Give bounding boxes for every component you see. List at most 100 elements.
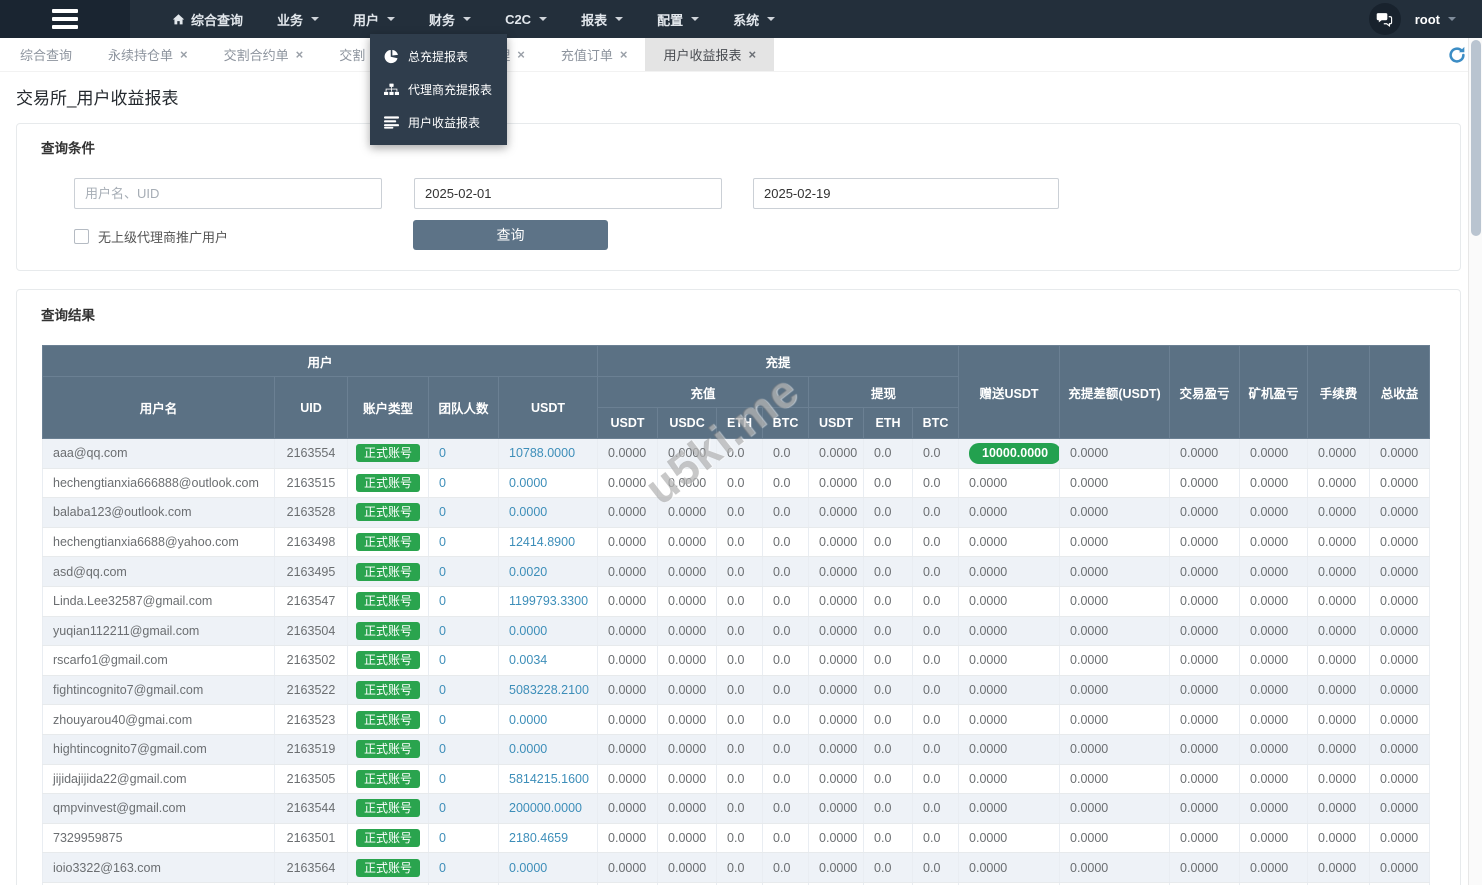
usdt-balance-link[interactable]: 200000.0000 [509,801,582,815]
date-to-input[interactable] [753,178,1059,209]
user-menu[interactable]: root [1415,12,1456,27]
usdt-balance-link[interactable]: 10788.0000 [509,446,575,460]
team-count-link[interactable]: 0 [439,861,446,875]
cell-recharge-usdc: 0.0000 [658,853,717,883]
cell-recharge-usdc: 0.0000 [658,794,717,824]
cell-miner-pnl: 0.0000 [1240,498,1308,528]
team-count-link[interactable]: 0 [439,742,446,756]
cell-recharge-usdt: 0.0000 [598,705,658,735]
team-count-link[interactable]: 0 [439,476,446,490]
account-type-badge: 正式账号 [356,651,420,669]
team-count-link[interactable]: 0 [439,683,446,697]
usdt-balance-link[interactable]: 5083228.2100 [509,683,589,697]
scrollbar-thumb[interactable] [1471,40,1481,236]
usdt-balance-link[interactable]: 0.0034 [509,653,547,667]
usdt-balance-link[interactable]: 1199793.3300 [509,594,588,608]
usdt-balance-link[interactable]: 0.0000 [509,861,547,875]
cell-withdraw-usdt: 0.0000 [809,823,864,853]
close-icon[interactable]: × [748,48,756,61]
keyword-input[interactable] [74,178,382,209]
nav-item-user[interactable]: 用户 [339,0,409,38]
cell-account-type: 正式账号 [348,734,429,764]
chevron-down-icon [311,17,319,21]
close-icon[interactable]: × [517,48,525,61]
team-count-link[interactable]: 0 [439,446,446,460]
no-agent-checkbox[interactable] [74,229,89,244]
close-icon[interactable]: × [620,48,628,61]
cell-account-type: 正式账号 [348,527,429,557]
usdt-balance-link[interactable]: 0.0000 [509,476,547,490]
team-count-link[interactable]: 0 [439,772,446,786]
team-count-link[interactable]: 0 [439,535,446,549]
team-count-link[interactable]: 0 [439,505,446,519]
cell-uid: 2163501 [275,823,348,853]
team-count-link[interactable]: 0 [439,565,446,579]
cell-username: balaba123@outlook.com [43,498,275,528]
cell-trade-pnl: 0.0000 [1170,586,1240,616]
close-icon[interactable]: × [180,48,188,61]
refresh-button[interactable] [1448,46,1466,64]
col-withdraw-eth: ETH [864,408,913,439]
nav-item-overview[interactable]: 综合查询 [158,0,257,38]
refresh-icon [1448,46,1466,64]
usdt-balance-link[interactable]: 12414.8900 [509,535,575,549]
tab-user-income-report[interactable]: 用户收益报表× [645,38,774,71]
query-panel: 查询条件 无上级代理商推广用户 查询 [16,123,1461,271]
cell-fee: 0.0000 [1308,646,1370,676]
cell-withdraw-eth: 0.0 [864,734,913,764]
nav-label: 业务 [277,10,303,29]
close-icon[interactable]: × [296,48,304,61]
usdt-balance-link[interactable]: 5814215.1600 [509,772,589,786]
menu-item-agent-recharge-report[interactable]: 代理商充提报表 [370,73,507,106]
search-button[interactable]: 查询 [413,220,608,250]
usdt-balance-link[interactable]: 0.0000 [509,713,547,727]
cell-recharge-eth: 0.0 [717,557,763,587]
team-count-link[interactable]: 0 [439,831,446,845]
cell-withdraw-eth: 0.0 [864,468,913,498]
nav-item-c2c[interactable]: C2C [491,0,561,38]
tab-perpetual-positions[interactable]: 永续持仓单× [90,38,206,71]
usdt-balance-link[interactable]: 0.0020 [509,565,547,579]
cell-recharge-eth: 0.0 [717,734,763,764]
team-count-link[interactable]: 0 [439,624,446,638]
page-scrollbar[interactable] [1468,38,1482,885]
usdt-balance-link[interactable]: 2180.4659 [509,831,568,845]
bonus-value: 0.0000 [969,594,1007,608]
team-count-link[interactable]: 0 [439,713,446,727]
usdt-balance-link[interactable]: 0.0000 [509,624,547,638]
cell-uid: 2163522 [275,675,348,705]
nav-item-config[interactable]: 配置 [643,0,713,38]
cell-bonus-usdt: 10000.0000 [959,439,1060,469]
usdt-balance-link[interactable]: 0.0000 [509,505,547,519]
nav-item-business[interactable]: 业务 [263,0,333,38]
cell-recharge-eth: 0.0 [717,439,763,469]
tab-overview-query[interactable]: 综合查询 [2,38,90,71]
table-row: zhouyarou40@gmai.com 2163523 正式账号 0 0.00… [43,705,1430,735]
no-agent-filter[interactable]: 无上级代理商推广用户 [74,227,228,246]
cell-recharge-btc: 0.0 [763,823,809,853]
usdt-balance-link[interactable]: 0.0000 [509,742,547,756]
cell-recharge-usdt: 0.0000 [598,557,658,587]
menu-item-total-recharge-report[interactable]: 总充提报表 [370,40,507,73]
cell-withdraw-eth: 0.0 [864,439,913,469]
cell-team-count: 0 [429,586,499,616]
cell-account-type: 正式账号 [348,586,429,616]
nav-item-finance[interactable]: 财务 [415,0,485,38]
tab-recharge-orders[interactable]: 充值订单× [543,38,646,71]
cell-withdraw-btc: 0.0 [913,794,959,824]
tab-delivery-contracts[interactable]: 交割合约单× [206,38,322,71]
account-type-badge: 正式账号 [356,503,420,521]
cell-uid: 2163564 [275,853,348,883]
nav-item-system[interactable]: 系统 [719,0,789,38]
team-count-link[interactable]: 0 [439,653,446,667]
cell-team-count: 0 [429,439,499,469]
cell-recharge-usdc: 0.0000 [658,557,717,587]
menu-item-user-income-report[interactable]: 用户收益报表 [370,106,507,139]
team-count-link[interactable]: 0 [439,594,446,608]
date-from-input[interactable] [414,178,722,209]
team-count-link[interactable]: 0 [439,801,446,815]
sidebar-toggle[interactable] [0,0,130,38]
nav-item-reports[interactable]: 报表 [567,0,637,38]
results-panel: 查询结果 用户 充提 赠送USDT 充提差额(USDT) 交易盈亏 矿机盈亏 [16,289,1461,885]
chat-button[interactable] [1369,3,1401,35]
